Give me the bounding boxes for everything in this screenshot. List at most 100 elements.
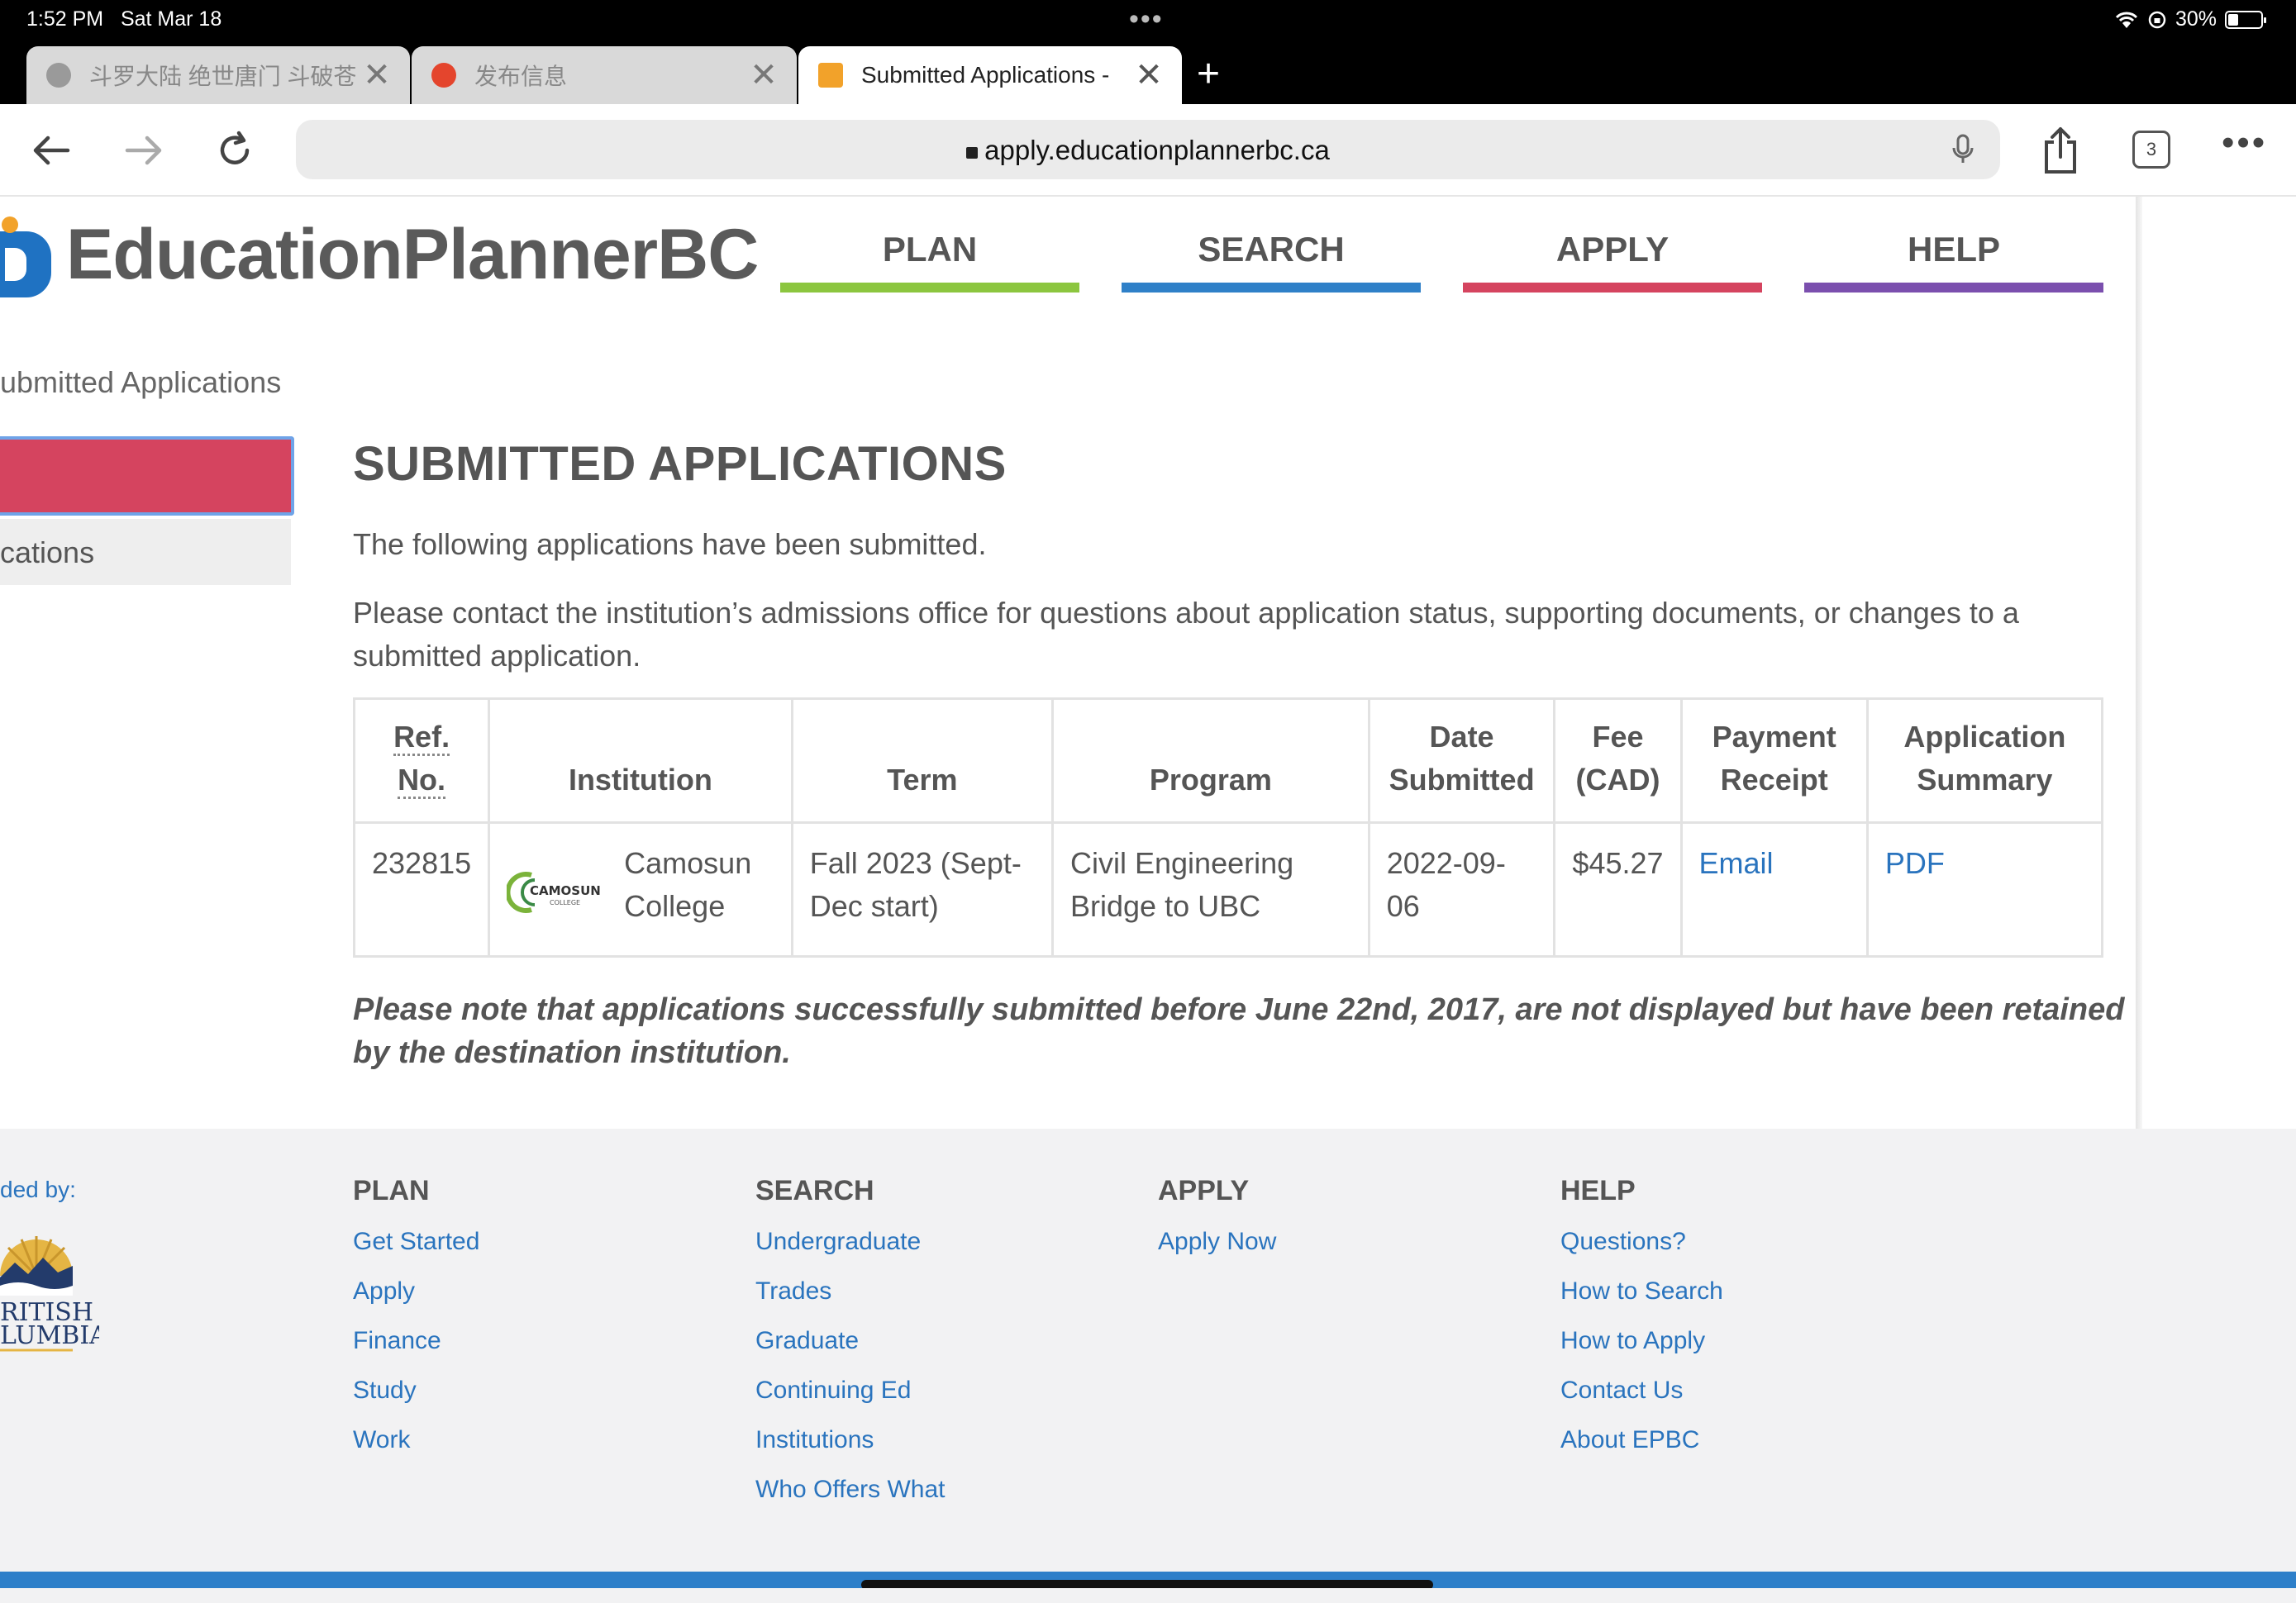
footer-link-how-to-apply[interactable]: How to Apply (1560, 1323, 1723, 1372)
footer-link-study[interactable]: Study (353, 1372, 479, 1422)
globe-icon (46, 63, 71, 88)
browser-toolbar: apply.educationplannerbc.ca 3 ••• (0, 104, 2296, 197)
orientation-lock-icon (2148, 11, 2166, 28)
applications-table: Ref. No. Institution Term Program Date Sub… (352, 697, 2104, 958)
epbc-favicon-icon (818, 63, 843, 88)
footer-link-work[interactable]: Work (353, 1422, 479, 1472)
page-title: SUBMITTED APPLICATIONS (353, 437, 1007, 491)
cell-date: 2022-09- 06 (1367, 821, 1556, 958)
site-favicon-icon (431, 63, 456, 88)
footer-col-plan: PLAN Get Started Apply Finance Study Wor… (353, 1175, 479, 1472)
address-bar[interactable]: apply.educationplannerbc.ca (296, 120, 2000, 179)
col-program: Program (1051, 697, 1370, 824)
retention-note: Please note that applications successful… (353, 992, 2125, 1070)
status-time: 1:52 PM Sat Mar 18 (26, 7, 222, 31)
sidebar-active-item[interactable] (0, 436, 294, 516)
tab-strip: 斗罗大陆 绝世唐门 斗破苍 ✕ 发布信息 ✕ Submitted Applica… (0, 46, 2296, 104)
nav-apply-label: APPLY (1555, 230, 1670, 269)
cell-institution: CAMOSUN COLLEGE Camosun College (488, 821, 793, 958)
svg-text:CAMOSUN: CAMOSUN (530, 883, 601, 898)
summary-pdf-link[interactable]: PDF (1885, 846, 1945, 880)
tab-douluo[interactable]: 斗罗大陆 绝世唐门 斗破苍 ✕ (26, 46, 410, 104)
battery-icon (2225, 10, 2266, 29)
footer: ded by: RITISH LUMBIA PLAN Get Started A… (0, 1129, 2296, 1572)
table-header-row: Ref. No. Institution Term Program Date Sub… (352, 697, 2104, 824)
col-fee: Fee (CAD) (1553, 697, 1683, 824)
status-right: 30% (2114, 7, 2266, 31)
sidebar-item-applications[interactable]: cations (0, 519, 291, 585)
breadcrumb: ubmitted Applications (0, 365, 282, 399)
new-tab-plus-icon[interactable]: + (1197, 55, 1220, 94)
col-payment-receipt: Payment Receipt (1679, 697, 1869, 824)
col-term: Term (790, 697, 1055, 824)
footer-link-how-to-search[interactable]: How to Search (1560, 1273, 1723, 1323)
cell-summary: PDF (1865, 821, 2104, 958)
nav-help[interactable]: HELP (1804, 230, 2103, 293)
nav-help-bar (1804, 283, 2103, 293)
tab-publish-info[interactable]: 发布信息 ✕ (412, 46, 797, 104)
footer-link-questions[interactable]: Questions? (1560, 1224, 1723, 1273)
close-tab-icon[interactable]: ✕ (742, 59, 785, 92)
footer-link-about-epbc[interactable]: About EPBC (1560, 1422, 1723, 1472)
bc-government-logo-icon[interactable]: RITISH LUMBIA (0, 1228, 99, 1352)
col-application-summary: Application Summary (1865, 697, 2104, 824)
footer-link-institutions[interactable]: Institutions (755, 1422, 946, 1472)
col-date-submitted: Date Submitted (1367, 697, 1556, 824)
footer-link-continuing-ed[interactable]: Continuing Ed (755, 1372, 946, 1422)
cell-program: Civil Engineering Bridge to UBC (1051, 821, 1370, 958)
cell-fee: $45.27 (1553, 821, 1683, 958)
footer-heading-apply: APPLY (1158, 1175, 1250, 1206)
footer-link-graduate[interactable]: Graduate (755, 1323, 946, 1372)
reload-icon[interactable] (212, 127, 258, 174)
status-bar: 1:52 PM Sat Mar 18 ••• 30% (0, 0, 2296, 46)
receipt-email-link[interactable]: Email (1699, 846, 1774, 880)
more-options-icon[interactable]: ••• (2222, 122, 2267, 164)
nav-apply[interactable]: APPLY (1463, 230, 1762, 293)
footer-col-apply: APPLY Apply Now (1158, 1175, 1276, 1273)
forward-arrow-icon[interactable] (121, 127, 167, 174)
site-logo[interactable]: EducationPlannerBC (0, 205, 759, 304)
wifi-icon (2115, 12, 2138, 28)
multitask-dots-icon[interactable]: ••• (1129, 3, 1164, 36)
footer-link-contact-us[interactable]: Contact Us (1560, 1372, 1723, 1422)
nav-plan-label: PLAN (882, 230, 978, 269)
col-institution: Institution (488, 697, 793, 824)
nav-search[interactable]: SEARCH (1122, 230, 1421, 293)
microphone-icon[interactable] (1951, 133, 1975, 166)
back-arrow-icon[interactable] (28, 127, 74, 174)
tab-count-button[interactable]: 3 (2132, 131, 2170, 169)
nav-help-label: HELP (1907, 230, 2000, 269)
epbc-logo-icon (0, 216, 53, 297)
cell-ref: 232815 (352, 821, 491, 958)
close-tab-icon[interactable]: ✕ (1127, 59, 1170, 92)
tab-title: Submitted Applications - (861, 62, 1110, 88)
camosun-logo-icon: CAMOSUN COLLEGE (507, 872, 601, 913)
tab-submitted-applications[interactable]: Submitted Applications - ✕ (798, 46, 1182, 104)
svg-text:COLLEGE: COLLEGE (550, 899, 580, 906)
nav-search-bar (1122, 283, 1421, 293)
close-tab-icon[interactable]: ✕ (355, 59, 398, 92)
svg-text:LUMBIA: LUMBIA (0, 1321, 99, 1350)
col-ref-no: Ref. No. (352, 697, 491, 824)
tab-title: 发布信息 (474, 64, 568, 89)
nav-plan[interactable]: PLAN (780, 230, 1079, 293)
contact-text: Please contact the institution’s admissi… (353, 596, 2019, 673)
footer-col-help: HELP Questions? How to Search How to App… (1560, 1175, 1723, 1472)
tab-title: 斗罗大陆 绝世唐门 斗破苍 (89, 64, 355, 89)
nav-apply-bar (1463, 283, 1762, 293)
share-icon[interactable] (2040, 126, 2081, 175)
footer-link-apply[interactable]: Apply (353, 1273, 479, 1323)
footer-heading-search: SEARCH (755, 1175, 874, 1206)
nav-plan-bar (780, 283, 1079, 293)
bottom-edge (0, 1588, 2296, 1603)
footer-link-get-started[interactable]: Get Started (353, 1224, 479, 1273)
intro-text: The following applications have been sub… (353, 527, 987, 561)
footer-col-search: SEARCH Undergraduate Trades Graduate Con… (755, 1175, 946, 1521)
battery-percent: 30% (2175, 7, 2217, 31)
footer-link-apply-now[interactable]: Apply Now (1158, 1224, 1276, 1273)
footer-link-who-offers-what[interactable]: Who Offers What (755, 1472, 946, 1521)
footer-link-trades[interactable]: Trades (755, 1273, 946, 1323)
footer-link-undergraduate[interactable]: Undergraduate (755, 1224, 946, 1273)
page-content: EducationPlannerBC PLAN SEARCH APPLY HEL… (0, 197, 2136, 1129)
footer-link-finance[interactable]: Finance (353, 1323, 479, 1372)
